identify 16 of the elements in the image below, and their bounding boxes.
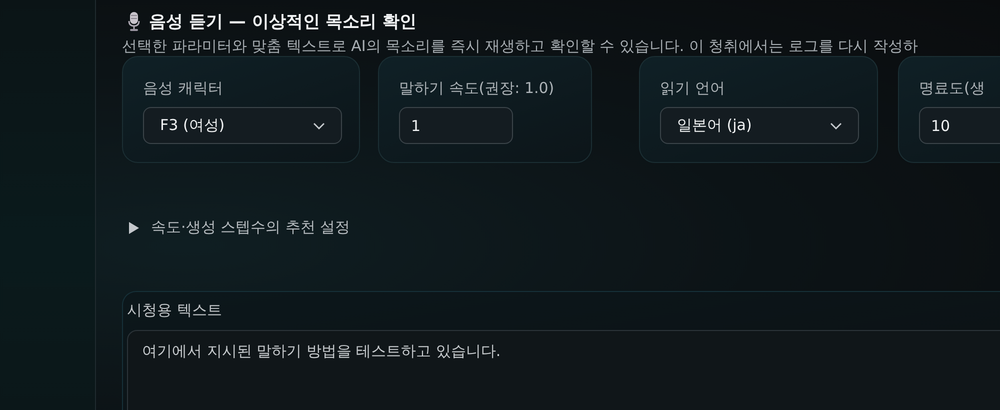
field-label: 말하기 속도(권장: 1.0) xyxy=(399,78,556,99)
field-label: 읽기 언어 xyxy=(660,78,726,99)
number-field[interactable]: 10 xyxy=(919,107,1000,144)
chevron-down-icon xyxy=(313,122,325,130)
microphone-icon xyxy=(128,12,140,30)
chevron-down-icon xyxy=(830,122,842,130)
field-label: 명료도(생 xyxy=(919,78,986,99)
text-area[interactable]: 여기에서 지시된 말하기 방법을 테스트하고 있습니다. xyxy=(127,330,1000,410)
field-label: 시청용 텍스트 xyxy=(127,300,223,321)
field-label: 음성 캐릭터 xyxy=(143,78,224,99)
description-text: 선택한 파라미터와 맞춤 텍스트로 AI의 목소리를 즉시 재생하고 확인할 수 있습니다. 이 청취에서는 로그를 다시 작성하 xyxy=(122,36,919,56)
disclosure-toggle[interactable]: 속도·생성 스텝수의 추천 설정 xyxy=(122,218,350,237)
dropdown[interactable]: F3 (여성) xyxy=(143,107,342,144)
section-title: 음성 듣기 — 이상적인 목소리 확인 xyxy=(149,10,417,32)
dropdown[interactable]: 일본어 (ja) xyxy=(660,107,859,144)
number-field[interactable]: 1 xyxy=(399,107,513,144)
